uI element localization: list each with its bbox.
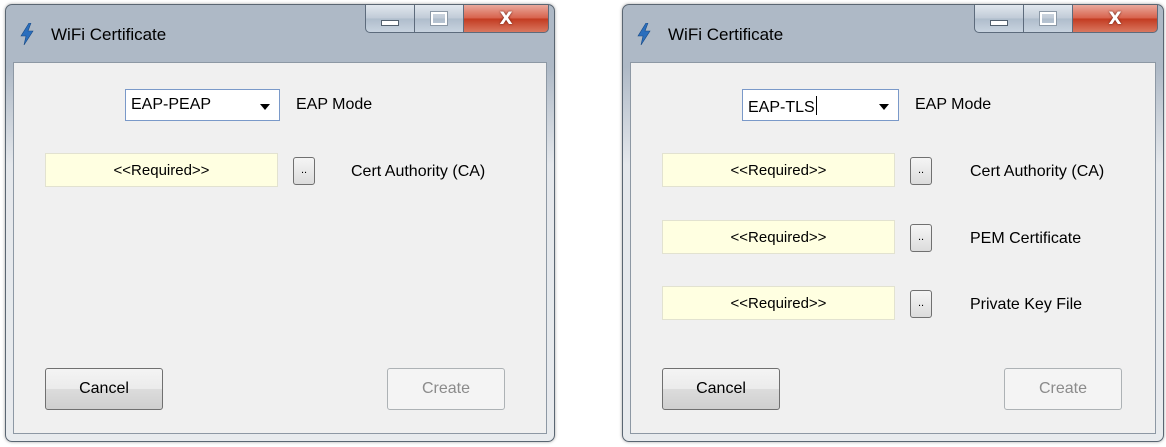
close-button[interactable]: X <box>1072 5 1158 33</box>
pem-certificate-field[interactable]: <<Required>> <box>662 220 895 254</box>
pem-certificate-label: PEM Certificate <box>970 230 1082 247</box>
eap-mode-label: EAP Mode <box>296 96 373 113</box>
cert-authority-label: Cert Authority (CA) <box>351 163 486 180</box>
private-key-label: Private Key File <box>970 296 1083 313</box>
window-title: WiFi Certificate <box>668 25 784 44</box>
cert-authority-field[interactable]: <<Required>> <box>662 153 895 187</box>
lightning-bolt-icon <box>20 23 34 45</box>
wifi-certificate-window-peap: WiFi Certificate X EAP-PEAP EAP Mode <<R… <box>5 4 555 442</box>
pem-certificate-browse-button[interactable]: .. <box>910 224 932 252</box>
chevron-down-icon <box>879 104 889 110</box>
caption-buttons: X <box>974 5 1158 35</box>
eap-mode-label: EAP Mode <box>915 96 992 113</box>
eap-mode-dropdown[interactable]: EAP-PEAP <box>125 89 280 121</box>
caption-buttons: X <box>365 5 549 35</box>
eap-mode-dropdown[interactable]: EAP-TLS <box>742 89 899 121</box>
eap-mode-value: EAP-TLS <box>748 96 817 117</box>
create-button: Create <box>1004 368 1122 410</box>
maximize-button <box>1023 5 1073 33</box>
title-bar[interactable]: WiFi Certificate X <box>623 5 1163 61</box>
cancel-button[interactable]: Cancel <box>45 368 163 410</box>
create-button: Create <box>387 368 505 410</box>
maximize-button <box>414 5 464 33</box>
maximize-icon <box>430 11 448 26</box>
cert-authority-label: Cert Authority (CA) <box>970 163 1105 180</box>
cert-authority-browse-button[interactable]: .. <box>293 157 315 185</box>
private-key-browse-button[interactable]: .. <box>910 290 932 318</box>
dialog-body: EAP-TLS EAP Mode <<Required>> .. Cert Au… <box>630 62 1156 434</box>
private-key-field[interactable]: <<Required>> <box>662 286 895 320</box>
cert-authority-browse-button[interactable]: .. <box>910 157 932 185</box>
text-cursor <box>815 96 817 115</box>
close-button[interactable]: X <box>463 5 549 33</box>
eap-mode-value: EAP-PEAP <box>131 96 212 113</box>
cert-authority-field[interactable]: <<Required>> <box>45 153 278 187</box>
title-bar[interactable]: WiFi Certificate X <box>6 5 554 61</box>
chevron-down-icon <box>260 104 270 110</box>
dialog-body: EAP-PEAP EAP Mode <<Required>> .. Cert A… <box>13 62 547 434</box>
close-icon: X <box>1108 8 1122 29</box>
wifi-certificate-window-tls: WiFi Certificate X EAP-TLS EAP Mode <<Re… <box>622 4 1164 442</box>
minimize-button[interactable] <box>365 5 415 33</box>
minimize-icon <box>381 19 399 26</box>
eap-mode-text: EAP-TLS <box>748 99 815 116</box>
maximize-icon <box>1039 11 1057 26</box>
window-title: WiFi Certificate <box>51 25 167 44</box>
cancel-button[interactable]: Cancel <box>662 368 780 410</box>
close-icon: X <box>499 8 513 29</box>
minimize-button[interactable] <box>974 5 1024 33</box>
minimize-icon <box>990 19 1008 26</box>
lightning-bolt-icon <box>637 23 651 45</box>
